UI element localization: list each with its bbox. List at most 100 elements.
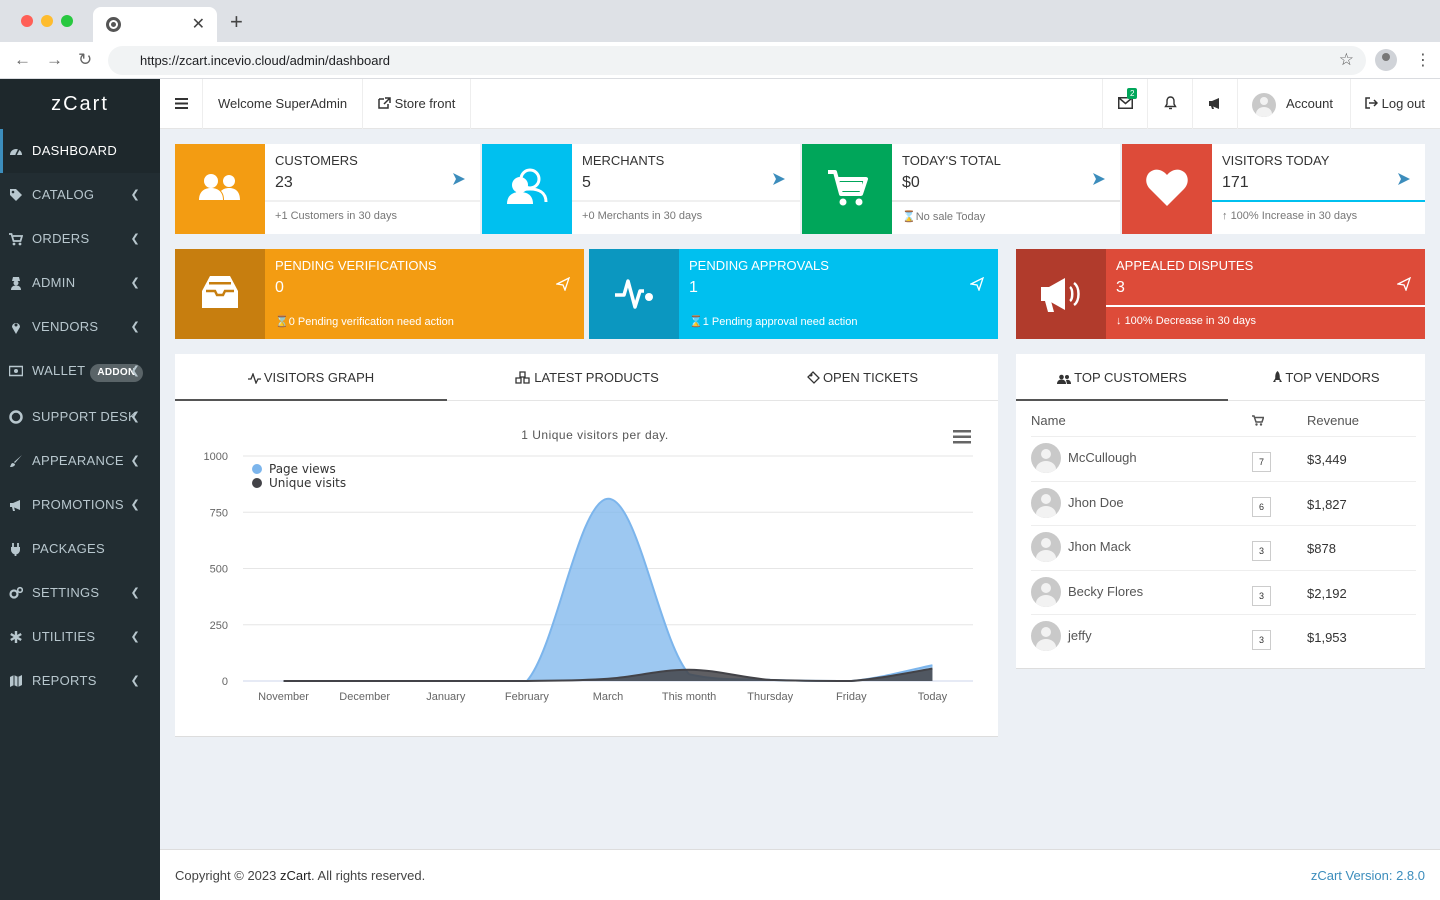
avatar xyxy=(1031,443,1061,473)
reload-icon[interactable]: ↻ xyxy=(78,50,92,70)
account-menu[interactable]: Account xyxy=(1237,79,1350,129)
tab-latest-products[interactable]: LATEST PRODUCTS xyxy=(447,354,727,401)
sidebar-item-utilities[interactable]: UTILITIES ❮ xyxy=(0,615,160,659)
chevron-left-icon: ❮ xyxy=(130,499,140,511)
paper-plane-icon[interactable] xyxy=(1397,172,1411,186)
address-bar[interactable]: https://zcart.incevio.cloud/admin/dashbo… xyxy=(108,46,1366,75)
close-tab-icon[interactable]: ✕ xyxy=(192,14,205,34)
customer-name[interactable]: McCullough xyxy=(1068,450,1137,465)
sidebar-item-support-desk[interactable]: SUPPORT DESK ❮ xyxy=(0,395,160,439)
visitors-today-stat-box[interactable]: VISITORS TODAY 171 ↑ 100% Increase in 30… xyxy=(1122,144,1425,234)
announcements-button[interactable] xyxy=(1192,79,1237,129)
todays-total-stat-box[interactable]: TODAY'S TOTAL $0 ⌛No sale Today xyxy=(802,144,1120,234)
sidebar-item-appearance[interactable]: APPEARANCE ❮ xyxy=(0,439,160,483)
x-tick-label: February xyxy=(505,691,550,703)
appealed-disputes-title: APPEALED DISPUTES xyxy=(1116,258,1254,273)
store-front-link[interactable]: Store front xyxy=(363,79,472,129)
minimize-window-button[interactable] xyxy=(41,15,53,27)
sidebar-item-reports[interactable]: REPORTS ❮ xyxy=(0,659,160,703)
column-header-name: Name xyxy=(1031,413,1066,428)
hourglass-icon: ⌛ xyxy=(689,316,703,328)
paper-plane-icon[interactable] xyxy=(1092,172,1106,186)
messages-button[interactable]: 2 xyxy=(1102,79,1147,129)
cart-icon xyxy=(9,233,23,246)
sidebar-item-label: PROMOTIONS xyxy=(32,497,124,512)
close-window-button[interactable] xyxy=(21,15,33,27)
sidebar-item-orders[interactable]: ORDERS ❮ xyxy=(0,217,160,261)
table-row[interactable]: McCullough 7 $3,449 xyxy=(1031,436,1416,480)
hourglass-icon: ⌛ xyxy=(275,316,289,328)
new-tab-button[interactable]: + xyxy=(230,11,243,33)
sidebar-item-vendors[interactable]: VENDORS ❮ xyxy=(0,305,160,349)
sidebar-item-label: SETTINGS xyxy=(32,585,100,600)
rocket-icon xyxy=(1273,371,1283,382)
table-row[interactable]: Becky Flores 3 $2,192 xyxy=(1031,569,1416,614)
merchants-stat-box[interactable]: MERCHANTS 5 +0 Merchants in 30 days xyxy=(482,144,800,234)
pending-verifications-value: 0 xyxy=(275,279,284,296)
table-row[interactable]: Jhon Mack 3 $878 xyxy=(1031,525,1416,569)
sign-out-icon xyxy=(1365,97,1379,109)
sidebar-item-settings[interactable]: SETTINGS ❮ xyxy=(0,571,160,615)
top-header: Welcome SuperAdmin Store front 2 Account… xyxy=(160,79,1440,129)
top-customers-panel: TOP CUSTOMERS TOP VENDORS Name Revenue M… xyxy=(1016,354,1425,669)
logo[interactable]: zCart xyxy=(0,79,160,129)
tab-top-customers[interactable]: TOP CUSTOMERS xyxy=(1016,354,1228,401)
footer-brand[interactable]: zCart xyxy=(280,868,311,883)
chevron-left-icon: ❮ xyxy=(130,411,140,423)
pending-verifications-box[interactable]: PENDING VERIFICATIONS 0 ⌛0 Pending verif… xyxy=(175,249,584,339)
pending-approvals-box[interactable]: PENDING APPROVALS 1 ⌛1 Pending approval … xyxy=(589,249,998,339)
customer-name[interactable]: jeffy xyxy=(1068,628,1092,643)
notifications-button[interactable] xyxy=(1147,79,1192,129)
sidebar-item-wallet[interactable]: WALLET ADDON ❮ xyxy=(0,349,160,395)
browser-tab[interactable]: ✕ xyxy=(93,7,217,42)
sidebar-item-catalog[interactable]: CATALOG ❮ xyxy=(0,173,160,217)
browser-menu-icon[interactable]: ⋮ xyxy=(1415,50,1431,70)
customer-name[interactable]: Becky Flores xyxy=(1068,584,1143,599)
customers-value: 23 xyxy=(275,174,293,191)
paper-plane-outline-icon[interactable] xyxy=(970,277,984,291)
sidebar-item-label: PACKAGES xyxy=(32,541,105,556)
tab-open-tickets[interactable]: OPEN TICKETS xyxy=(727,354,998,401)
paper-plane-outline-icon[interactable] xyxy=(556,277,570,291)
logout-button[interactable]: Log out xyxy=(1350,79,1440,129)
sidebar-item-dashboard[interactable]: DASHBOARD xyxy=(0,129,160,173)
heart-icon xyxy=(1146,169,1188,206)
back-icon[interactable]: ← xyxy=(14,50,31,70)
customer-name[interactable]: Jhon Doe xyxy=(1068,495,1124,510)
paper-plane-icon[interactable] xyxy=(772,172,786,186)
map-icon xyxy=(10,675,22,687)
sidebar-toggle-button[interactable] xyxy=(160,79,203,129)
todays-total-subtext: ⌛No sale Today xyxy=(902,211,986,223)
arrow-up-icon: ↑ xyxy=(1222,210,1231,222)
pending-verifications-icon-area xyxy=(175,249,265,339)
customers-stat-box[interactable]: CUSTOMERS 23 +1 Customers in 30 days xyxy=(175,144,480,234)
tab-top-vendors[interactable]: TOP VENDORS xyxy=(1228,354,1425,401)
sidebar-item-promotions[interactable]: PROMOTIONS ❮ xyxy=(0,483,160,527)
account-label: Account xyxy=(1286,96,1333,111)
sidebar-item-admin[interactable]: ADMIN ❮ xyxy=(0,261,160,305)
users-icon xyxy=(1057,374,1072,384)
paper-plane-icon[interactable] xyxy=(452,172,466,186)
profile-icon[interactable] xyxy=(1375,49,1397,71)
chevron-left-icon: ❮ xyxy=(130,455,140,467)
url-text: https://zcart.incevio.cloud/admin/dashbo… xyxy=(140,53,391,68)
chevron-left-icon: ❮ xyxy=(130,675,140,687)
visitors-today-progress xyxy=(1212,200,1425,202)
sidebar-item-packages[interactable]: PACKAGES xyxy=(0,527,160,571)
avatar xyxy=(1031,576,1061,607)
customer-name[interactable]: Jhon Mack xyxy=(1068,539,1131,554)
pending-approvals-progress xyxy=(679,305,998,307)
tab-visitors-graph[interactable]: VISITORS GRAPH xyxy=(175,354,447,401)
user-group-icon xyxy=(507,168,548,204)
paper-plane-outline-icon[interactable] xyxy=(1397,277,1411,291)
legend-marker xyxy=(252,478,262,488)
chart-menu-button[interactable] xyxy=(953,430,971,444)
table-row[interactable]: jeffy 3 $1,953 xyxy=(1031,614,1416,658)
forward-icon[interactable]: → xyxy=(46,50,63,70)
appealed-disputes-box[interactable]: APPEALED DISPUTES 3 ↓ 100% Decrease in 3… xyxy=(1016,249,1425,339)
order-count-badge: 3 xyxy=(1252,541,1271,561)
table-row[interactable]: Jhon Doe 6 $1,827 xyxy=(1031,480,1416,525)
bookmark-star-icon[interactable]: ☆ xyxy=(1339,50,1354,70)
maximize-window-button[interactable] xyxy=(61,15,73,27)
sidebar: zCart DASHBOARD CATALOG ❮ ORDERS ❮ ADMIN ❮ VEND… xyxy=(0,79,160,900)
